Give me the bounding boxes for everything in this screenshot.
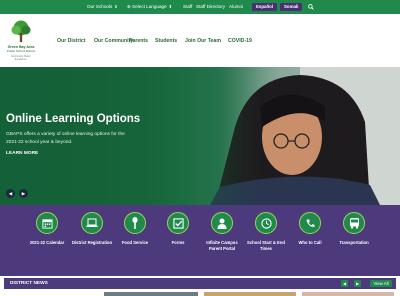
search-icon[interactable] xyxy=(308,4,314,10)
quick-link-food-service[interactable]: Food Service xyxy=(113,212,157,246)
quick-link-label: Who to Call xyxy=(298,240,322,245)
news-thumbnail[interactable] xyxy=(302,292,394,296)
quick-link-who-to-call[interactable]: Who to Call xyxy=(288,212,332,246)
nav-join-our-team[interactable]: Join Our Team xyxy=(185,38,221,44)
staff-link[interactable]: Staff xyxy=(183,0,192,14)
hero-description: GBAPS offers a variety of online learnin… xyxy=(6,132,125,145)
news-next-button[interactable]: ▶ xyxy=(354,280,361,287)
district-news-bar: DISTRICT NEWS ◀ ▶ View All xyxy=(4,278,396,289)
nav-our-district[interactable]: Our District xyxy=(57,38,86,44)
logo-line-2: Public School District xyxy=(6,49,36,53)
quick-link-label: Food Service xyxy=(121,240,149,245)
nav-our-community[interactable]: Our Community xyxy=(94,38,133,44)
clock-icon xyxy=(255,212,277,234)
quick-link-registration[interactable]: District Registration xyxy=(70,212,114,246)
quick-link-start-end-times[interactable]: School Start & End Times xyxy=(244,212,288,251)
site-header: Green Bay Area Public School District Co… xyxy=(0,14,400,67)
view-all-news-button[interactable]: View All xyxy=(370,280,392,287)
hero-next-button[interactable]: ▶ xyxy=(19,189,28,198)
quick-link-calendar[interactable]: 2021-22 Calendar xyxy=(25,212,69,246)
chevron-down-icon: ⬍ xyxy=(168,4,172,9)
person-icon xyxy=(211,212,233,234)
logo-tagline: Community. Belief. Excellence. xyxy=(11,55,31,61)
quick-links-band: 2021-22 Calendar District Registration F… xyxy=(0,205,400,276)
nav-parents[interactable]: Parents xyxy=(129,38,148,44)
district-news-heading: DISTRICT NEWS xyxy=(10,281,48,286)
nav-covid-19[interactable]: COVID-19 xyxy=(228,38,252,44)
hero-title: Online Learning Options xyxy=(6,113,141,125)
fork-icon xyxy=(124,212,146,234)
district-logo[interactable]: Green Bay Area Public School District Co… xyxy=(6,20,36,64)
espanol-button[interactable]: Español xyxy=(252,3,278,11)
quick-link-label: Transportation xyxy=(339,240,369,245)
tree-icon xyxy=(11,20,31,42)
our-schools-dropdown[interactable]: Our Schools ⬍ xyxy=(87,0,118,14)
news-thumbnail[interactable] xyxy=(204,292,296,296)
phone-icon xyxy=(299,212,321,234)
staff-directory-link[interactable]: Staff Directory xyxy=(196,0,225,14)
nav-students[interactable]: Students xyxy=(155,38,177,44)
laptop-icon xyxy=(81,212,103,234)
hero-prev-button[interactable]: ◀ xyxy=(6,189,15,198)
quick-link-label: Forms xyxy=(171,240,185,245)
learn-more-link[interactable]: LEARN MORE xyxy=(6,151,38,156)
quick-link-label: District Registration xyxy=(71,240,113,245)
calendar-icon xyxy=(36,212,58,234)
somali-button[interactable]: Somali xyxy=(280,3,303,11)
quick-link-label: 2021-22 Calendar xyxy=(29,240,65,245)
select-language-label: Select Language xyxy=(132,4,167,9)
chevron-down-icon: ⬍ xyxy=(114,4,118,9)
quick-link-parent-portal[interactable]: Infinite Campus Parent Portal xyxy=(200,212,244,251)
bus-icon xyxy=(343,212,365,234)
select-language-dropdown[interactable]: ⊕ Select Language ⬍ xyxy=(127,0,172,14)
utility-bar: Our Schools ⬍ ⊕ Select Language ⬍ Staff St… xyxy=(0,0,400,14)
hero-banner: Online Learning Options GBAPS offers a v… xyxy=(0,67,400,205)
news-prev-button[interactable]: ◀ xyxy=(341,280,348,287)
alumni-link[interactable]: Alumni xyxy=(229,0,243,14)
checkbox-icon xyxy=(167,212,189,234)
quick-link-label: Infinite Campus Parent Portal xyxy=(206,240,238,251)
quick-link-label: School Start & End Times xyxy=(247,240,285,251)
quick-link-forms[interactable]: Forms xyxy=(156,212,200,246)
our-schools-label: Our Schools xyxy=(87,4,113,9)
news-thumbnail[interactable] xyxy=(104,292,198,296)
quick-link-transportation[interactable]: Transportation xyxy=(332,212,376,246)
